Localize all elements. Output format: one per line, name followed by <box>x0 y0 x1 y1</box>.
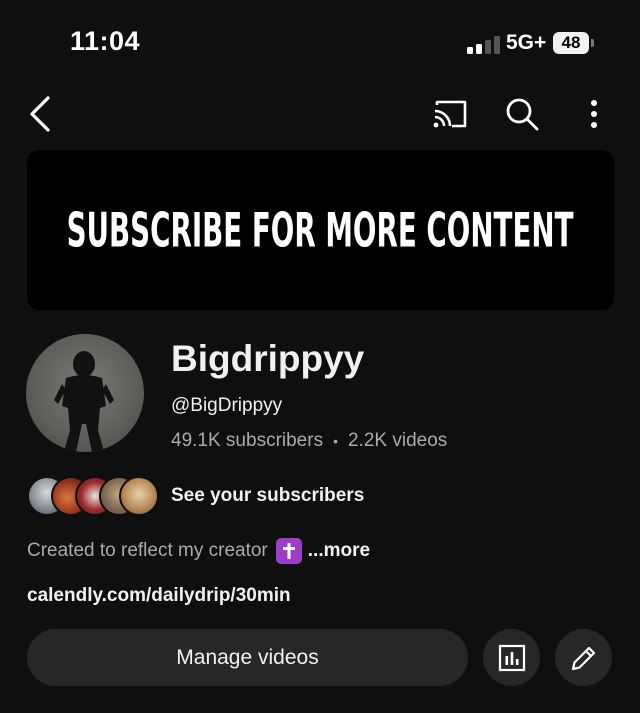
channel-banner[interactable]: SUBSCRIBE FOR MORE CONTENT <box>27 150 614 310</box>
see-subscribers-label: See your subscribers <box>171 485 365 506</box>
stats-separator: • <box>333 433 338 449</box>
cast-icon <box>433 100 467 128</box>
status-bar: 11:04 5G+ 48 <box>0 0 640 80</box>
chevron-left-icon <box>30 96 50 132</box>
pencil-icon <box>571 646 595 670</box>
status-time: 11:04 <box>70 26 141 56</box>
more-vertical-icon <box>591 100 597 128</box>
description-text: Created to reflect my creator <box>27 540 268 561</box>
search-button[interactable] <box>500 92 544 136</box>
see-subscribers-row[interactable]: See your subscribers <box>27 476 427 516</box>
search-icon <box>506 98 539 131</box>
edit-channel-button[interactable] <box>555 629 612 686</box>
battery-tip <box>591 39 594 47</box>
subscriber-avatar <box>119 476 159 516</box>
subscriber-count: 49.1K subscribers <box>171 430 324 451</box>
description-more-link[interactable]: ...more <box>308 540 370 562</box>
battery-icon: 48 <box>553 32 589 54</box>
manage-videos-button[interactable]: Manage videos <box>27 629 468 686</box>
latin-cross-emoji-icon <box>275 538 302 564</box>
channel-name: Bigdrippyy <box>171 338 365 379</box>
video-count: 2.2K videos <box>347 430 448 451</box>
channel-description[interactable]: Created to reflect my creator ...more <box>27 538 370 564</box>
banner-text: SUBSCRIBE FOR MORE CONTENT <box>67 202 574 258</box>
channel-link[interactable]: calendly.com/dailydrip/30min <box>27 585 291 607</box>
channel-stats: 49.1K subscribers • 2.2K videos <box>171 430 447 452</box>
signal-strength-icon <box>467 36 503 54</box>
more-options-button[interactable] <box>574 92 614 136</box>
channel-avatar[interactable] <box>26 334 144 452</box>
network-type: 5G+ <box>506 31 547 54</box>
analytics-button[interactable] <box>483 629 540 686</box>
back-button[interactable] <box>22 92 58 136</box>
channel-handle: @BigDrippyy <box>171 395 283 416</box>
top-bar <box>0 88 640 140</box>
analytics-icon <box>498 644 525 671</box>
cast-button[interactable] <box>428 92 472 136</box>
subscriber-avatars <box>27 476 159 516</box>
silhouette-figure <box>54 351 114 452</box>
